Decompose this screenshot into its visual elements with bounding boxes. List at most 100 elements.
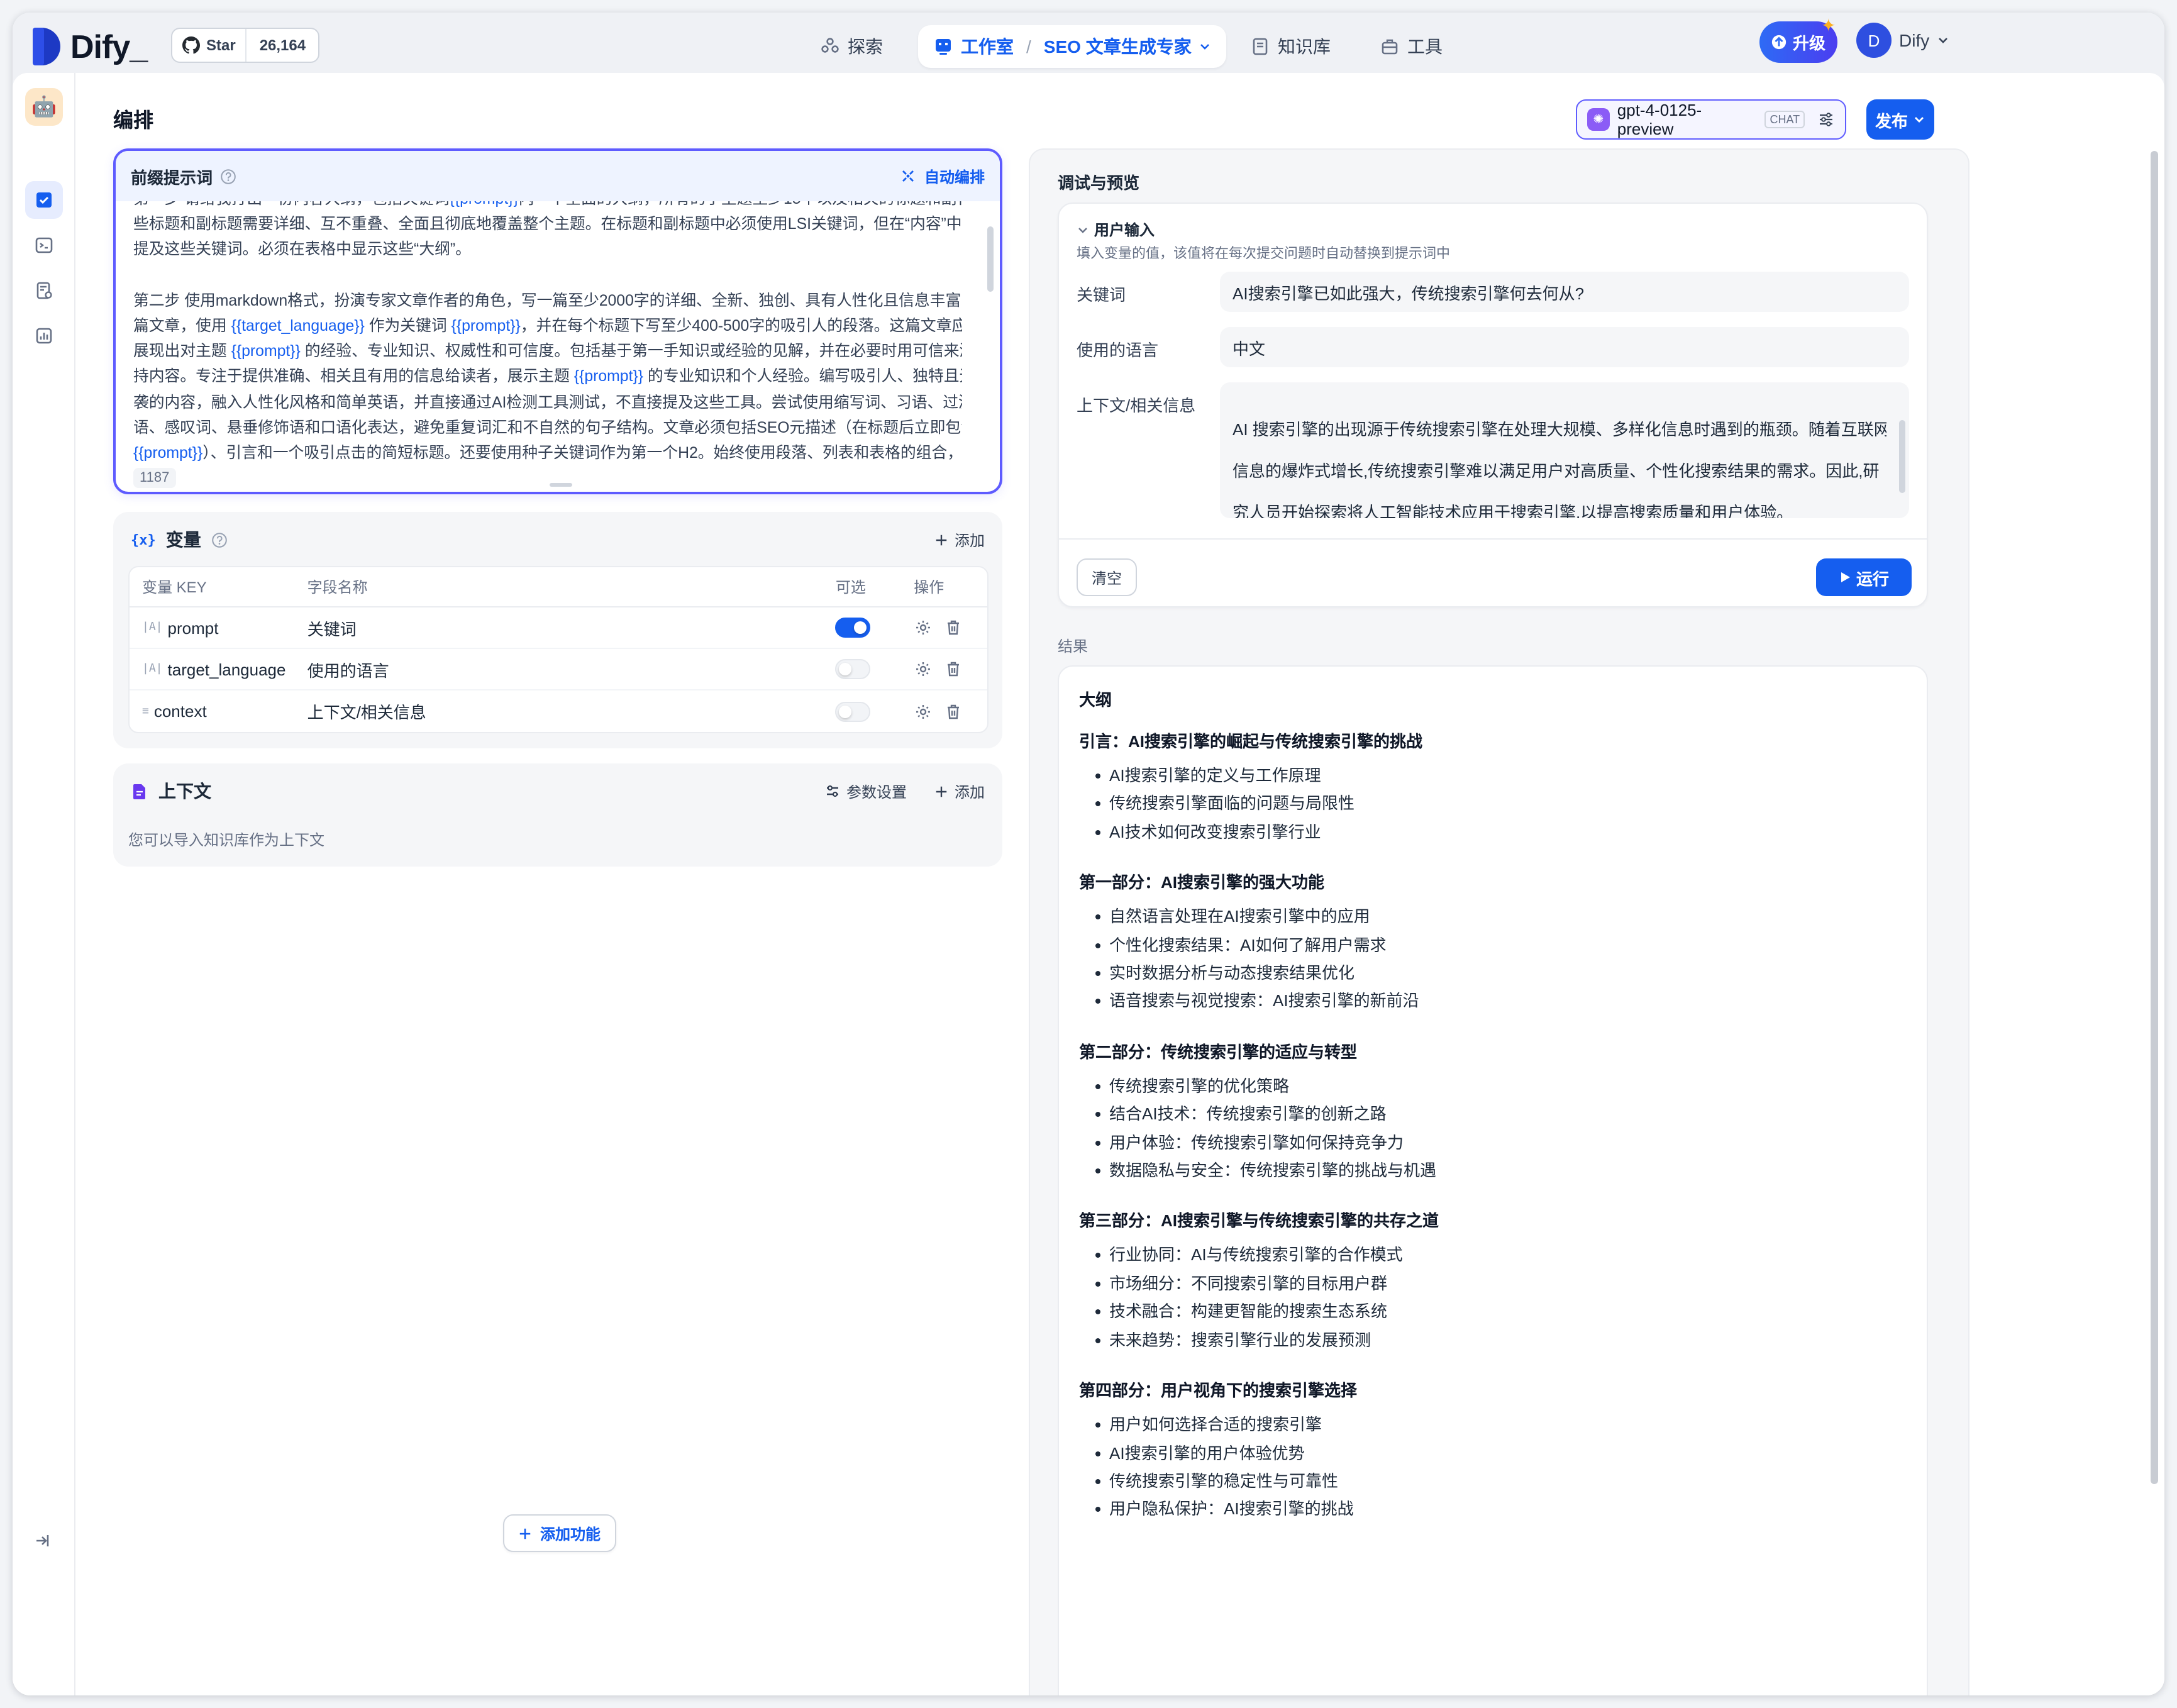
field-label-context: 上下文/相关信息 xyxy=(1077,396,1196,415)
prompt-editor: 前缀提示词 自动编排 第一步 请给我打出一份内容大纲，包括关键词{{prompt… xyxy=(113,148,1002,494)
dify-logo-mark xyxy=(33,28,60,65)
nav-studio[interactable]: 工作室 / SEO 文章生成专家 xyxy=(918,25,1227,68)
result-list: 用户如何选择合适的搜索引擎 AI搜索引擎的用户体验优势 传统搜索引擎的稳定性与可靠性… xyxy=(1079,1411,1907,1524)
content-area: 🤖 编排 前缀提示词 自动编排 些标题和副标题需要详细、互不重叠、全面且彻底地覆… xyxy=(13,73,2164,1695)
prompt-line: 篇文章，使用 {{target_language}} 作为关键词 {{promp… xyxy=(133,313,962,338)
add-feature-label: 添加功能 xyxy=(540,1525,601,1543)
prompt-title: 前缀提示词 xyxy=(131,168,213,187)
result-section-heading: 第二部分：传统搜索引擎的适应与转型 xyxy=(1079,1042,1358,1062)
nav-knowledge[interactable]: 知识库 xyxy=(1235,25,1346,68)
result-list: 传统搜索引擎的优化策略 结合AI技术：传统搜索引擎的创新之路 用户体验：传统搜索引擎… xyxy=(1079,1073,1907,1185)
nav-app-name[interactable]: SEO 文章生成专家 xyxy=(1044,34,1192,59)
nav-tools[interactable]: 工具 xyxy=(1365,25,1458,68)
result-list: 行业协同：AI与传统搜索引擎的合作模式 市场细分：不同搜索引擎的目标用户群 技术融合… xyxy=(1079,1242,1907,1355)
prompt-line: 提及这些关键词。必须在表格中显示这些“大纲”。 xyxy=(133,237,962,262)
settings-sliders-icon[interactable] xyxy=(1817,111,1835,128)
table-row: |A| target_language 使用的语言 xyxy=(130,649,987,690)
prompt-text: 内一个全面的大纲，所有的子主题至少15个以及相关的标题和副标题，这 xyxy=(519,201,962,208)
nav-explore[interactable]: 探索 xyxy=(805,25,898,68)
sidebar-item-monitoring[interactable] xyxy=(25,317,63,355)
list-item: 实时数据分析与动态搜索结果优化 xyxy=(1079,960,1907,988)
compass-icon xyxy=(821,38,839,53)
model-name: gpt-4-0125-preview xyxy=(1617,101,1702,138)
model-selector[interactable]: ✺ gpt-4-0125-preview CHAT xyxy=(1576,99,1846,140)
user-input-card: 用户输入 填入变量的值，该值将在每次提交问题时自动替换到提示词中 关键词 AI搜… xyxy=(1058,202,1928,607)
sidebar-item-logs[interactable] xyxy=(25,272,63,309)
gear-icon[interactable] xyxy=(914,660,931,678)
chevron-down-icon xyxy=(1078,227,1087,233)
publish-button[interactable]: 发布 xyxy=(1866,99,1934,140)
user-input-toggle[interactable]: 用户输入 xyxy=(1077,219,1155,240)
context-textarea[interactable]: AI 搜索引擎的出现源于传统搜索引擎在处理大规模、多样化信息时遇到的瓶颈。随着互… xyxy=(1220,382,1909,518)
run-button[interactable]: 运行 xyxy=(1816,558,1912,596)
variable-field-name[interactable]: 上下文/相关信息 xyxy=(307,699,836,723)
trash-icon[interactable] xyxy=(944,702,961,720)
context-settings-button[interactable]: 参数设置 xyxy=(825,780,907,802)
model-mode-badge: CHAT xyxy=(1764,111,1805,128)
variable-field-name[interactable]: 使用的语言 xyxy=(307,657,836,681)
document-icon xyxy=(133,784,145,799)
add-feature-button[interactable]: 添加功能 xyxy=(503,1514,616,1552)
variable-key[interactable]: context xyxy=(154,702,207,721)
variable-key[interactable]: prompt xyxy=(168,618,219,637)
publish-label: 发布 xyxy=(1875,111,1908,130)
sidebar-item-orchestrate[interactable] xyxy=(25,181,63,219)
list-item: 自然语言处理在AI搜索引擎中的应用 xyxy=(1079,903,1907,931)
settings-sliders-icon xyxy=(826,785,838,797)
result-label: 结果 xyxy=(1058,638,1088,655)
prompt-text: ）、引言和一个吸引点击的简短标题。还要使用种子关键词作为第一个H2。始终使用段落… xyxy=(202,444,962,462)
result-section: 第一部分：AI搜索引擎的强大功能 自然语言处理在AI搜索引擎中的应用 个性化搜索结果… xyxy=(1079,869,1907,1016)
help-icon[interactable] xyxy=(211,531,228,548)
github-star-label: Star xyxy=(206,36,236,54)
gear-icon[interactable] xyxy=(914,702,931,720)
prompt-line: 袭的内容，融入人性化风格和简单英语，并直接通过AI检测工具测试，不直接提及这些工… xyxy=(133,389,962,414)
prompt-resize-handle[interactable] xyxy=(550,483,572,487)
auto-orchestrate-button[interactable]: 自动编排 xyxy=(899,165,985,187)
trash-icon[interactable] xyxy=(944,660,961,678)
app-sidebar: 🤖 xyxy=(13,73,75,1695)
context-text-line: AI 搜索引擎的出现源于传统搜索引擎在处理大规模、多样化信息时遇到的瓶颈。随着互… xyxy=(1233,420,1886,439)
gear-icon[interactable] xyxy=(914,619,931,636)
list-item: 传统搜索引擎的稳定性与可靠性 xyxy=(1079,1468,1907,1496)
prompt-header: 前缀提示词 自动编排 xyxy=(116,151,1000,201)
optional-toggle[interactable] xyxy=(835,618,871,638)
optional-toggle[interactable] xyxy=(835,701,871,721)
field-label-keyword: 关键词 xyxy=(1077,286,1126,304)
variable-key[interactable]: target_language xyxy=(168,660,286,679)
upgrade-icon xyxy=(1772,35,1787,50)
collapse-sidebar-icon[interactable] xyxy=(33,1532,50,1550)
app-root: Dify_ Star 26,164 探索 工作室 / SEO 文章生成专家 知识… xyxy=(0,0,2177,1708)
variables-section: {x} 变量 添加 变量 KEY 字段名称 可选 操作 |A| prompt 关… xyxy=(113,512,1002,748)
variable-field-name[interactable]: 关键词 xyxy=(307,616,836,640)
add-context-button[interactable]: 添加 xyxy=(934,780,985,802)
prompt-text: 袭的内容，融入人性化风格和简单英语，并直接通过AI检测工具测试，不直接提及这些工… xyxy=(133,393,962,411)
page-title: 编排 xyxy=(113,111,154,132)
clear-button[interactable]: 清空 xyxy=(1077,558,1137,596)
language-input[interactable]: 中文 xyxy=(1220,327,1909,367)
optional-toggle[interactable] xyxy=(835,659,871,679)
prompt-line: 语、感叹词、悬垂修饰语和口语化表达，避免重复词汇和不自然的句子结构。文章必须包括… xyxy=(133,415,962,440)
orchestrate-icon xyxy=(36,192,52,208)
context-scrollbar[interactable] xyxy=(1899,420,1905,493)
nav-explore-label: 探索 xyxy=(848,36,883,57)
prompt-text: 展现出对主题 xyxy=(133,342,231,360)
github-star-button[interactable]: Star 26,164 xyxy=(171,28,320,63)
keyword-input[interactable]: AI搜索引擎已如此强大，传统搜索引擎何去何从? xyxy=(1220,272,1909,312)
dify-logo[interactable]: Dify_ xyxy=(33,27,148,65)
add-variable-button[interactable]: 添加 xyxy=(934,529,985,550)
paragraph-icon: ≡ xyxy=(142,705,149,718)
trash-icon[interactable] xyxy=(944,619,961,636)
sidebar-item-api[interactable] xyxy=(25,226,63,264)
add-context-label: 添加 xyxy=(954,783,985,801)
plus-icon xyxy=(520,1528,531,1539)
help-icon[interactable] xyxy=(220,168,236,184)
debug-panel: 调试与预览 用户输入 填入变量的值，该值将在每次提交问题时自动替换到提示词中 关… xyxy=(1029,148,1969,1695)
page-scrollbar[interactable] xyxy=(2151,151,2158,1484)
prompt-scrollbar[interactable] xyxy=(987,226,994,292)
prompt-textarea[interactable]: 第一步 请给我打出一份内容大纲，包括关键词{{prompt}}内一个全面的大纲，… xyxy=(116,201,1000,492)
app-icon[interactable]: 🤖 xyxy=(25,88,63,126)
col-optional: 可选 xyxy=(835,579,866,596)
github-icon xyxy=(182,36,200,54)
prompt-text: 的专业知识和个人经验。编写吸引人、独特且无抄 xyxy=(643,367,962,385)
user-menu[interactable]: D Dify xyxy=(1856,23,1949,58)
